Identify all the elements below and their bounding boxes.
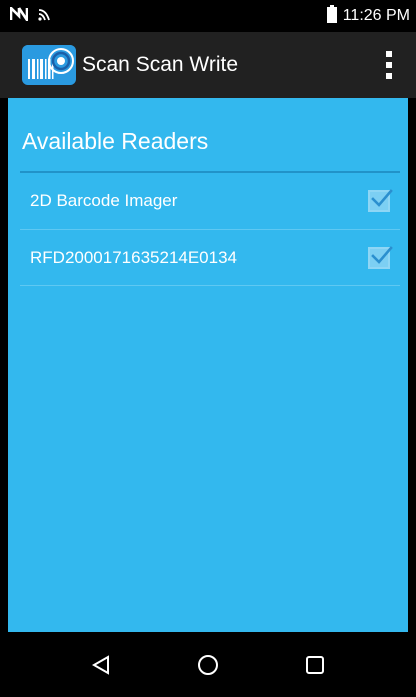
reader-checkbox[interactable] xyxy=(368,246,393,269)
reader-label: 2D Barcode Imager xyxy=(30,191,178,210)
readers-panel: Available Readers 2D Barcode Imager RFD2… xyxy=(8,98,408,632)
status-icons-right: 11:26 PM xyxy=(326,4,410,28)
overflow-menu-icon[interactable] xyxy=(384,51,394,79)
battery-icon xyxy=(326,4,337,28)
section-title: Available Readers xyxy=(22,128,209,154)
back-icon[interactable] xyxy=(81,645,121,685)
row-divider xyxy=(20,285,400,286)
status-icons-left xyxy=(9,4,52,26)
status-time: 11:26 PM xyxy=(342,7,410,24)
barcode-rfid-logo-icon xyxy=(22,45,76,85)
home-icon[interactable] xyxy=(188,645,228,685)
nfc-icon xyxy=(9,4,29,26)
reader-label: RFD2000171635214E0134 xyxy=(30,248,238,267)
device-screen: 11:26 PM Scan Scan Write Available Reade… xyxy=(0,0,416,697)
navigation-bar xyxy=(0,632,416,697)
status-bar: 11:26 PM xyxy=(0,0,416,32)
app-title: Scan Scan Write xyxy=(82,53,239,76)
wifi-icon xyxy=(38,7,52,26)
reader-item-barcode-imager[interactable]: 2D Barcode Imager xyxy=(20,173,400,229)
app-bar: Scan Scan Write xyxy=(0,32,416,98)
reader-item-rfd2000[interactable]: RFD2000171635214E0134 xyxy=(20,230,400,286)
reader-checkbox[interactable] xyxy=(368,189,393,212)
recents-icon[interactable] xyxy=(295,645,335,685)
